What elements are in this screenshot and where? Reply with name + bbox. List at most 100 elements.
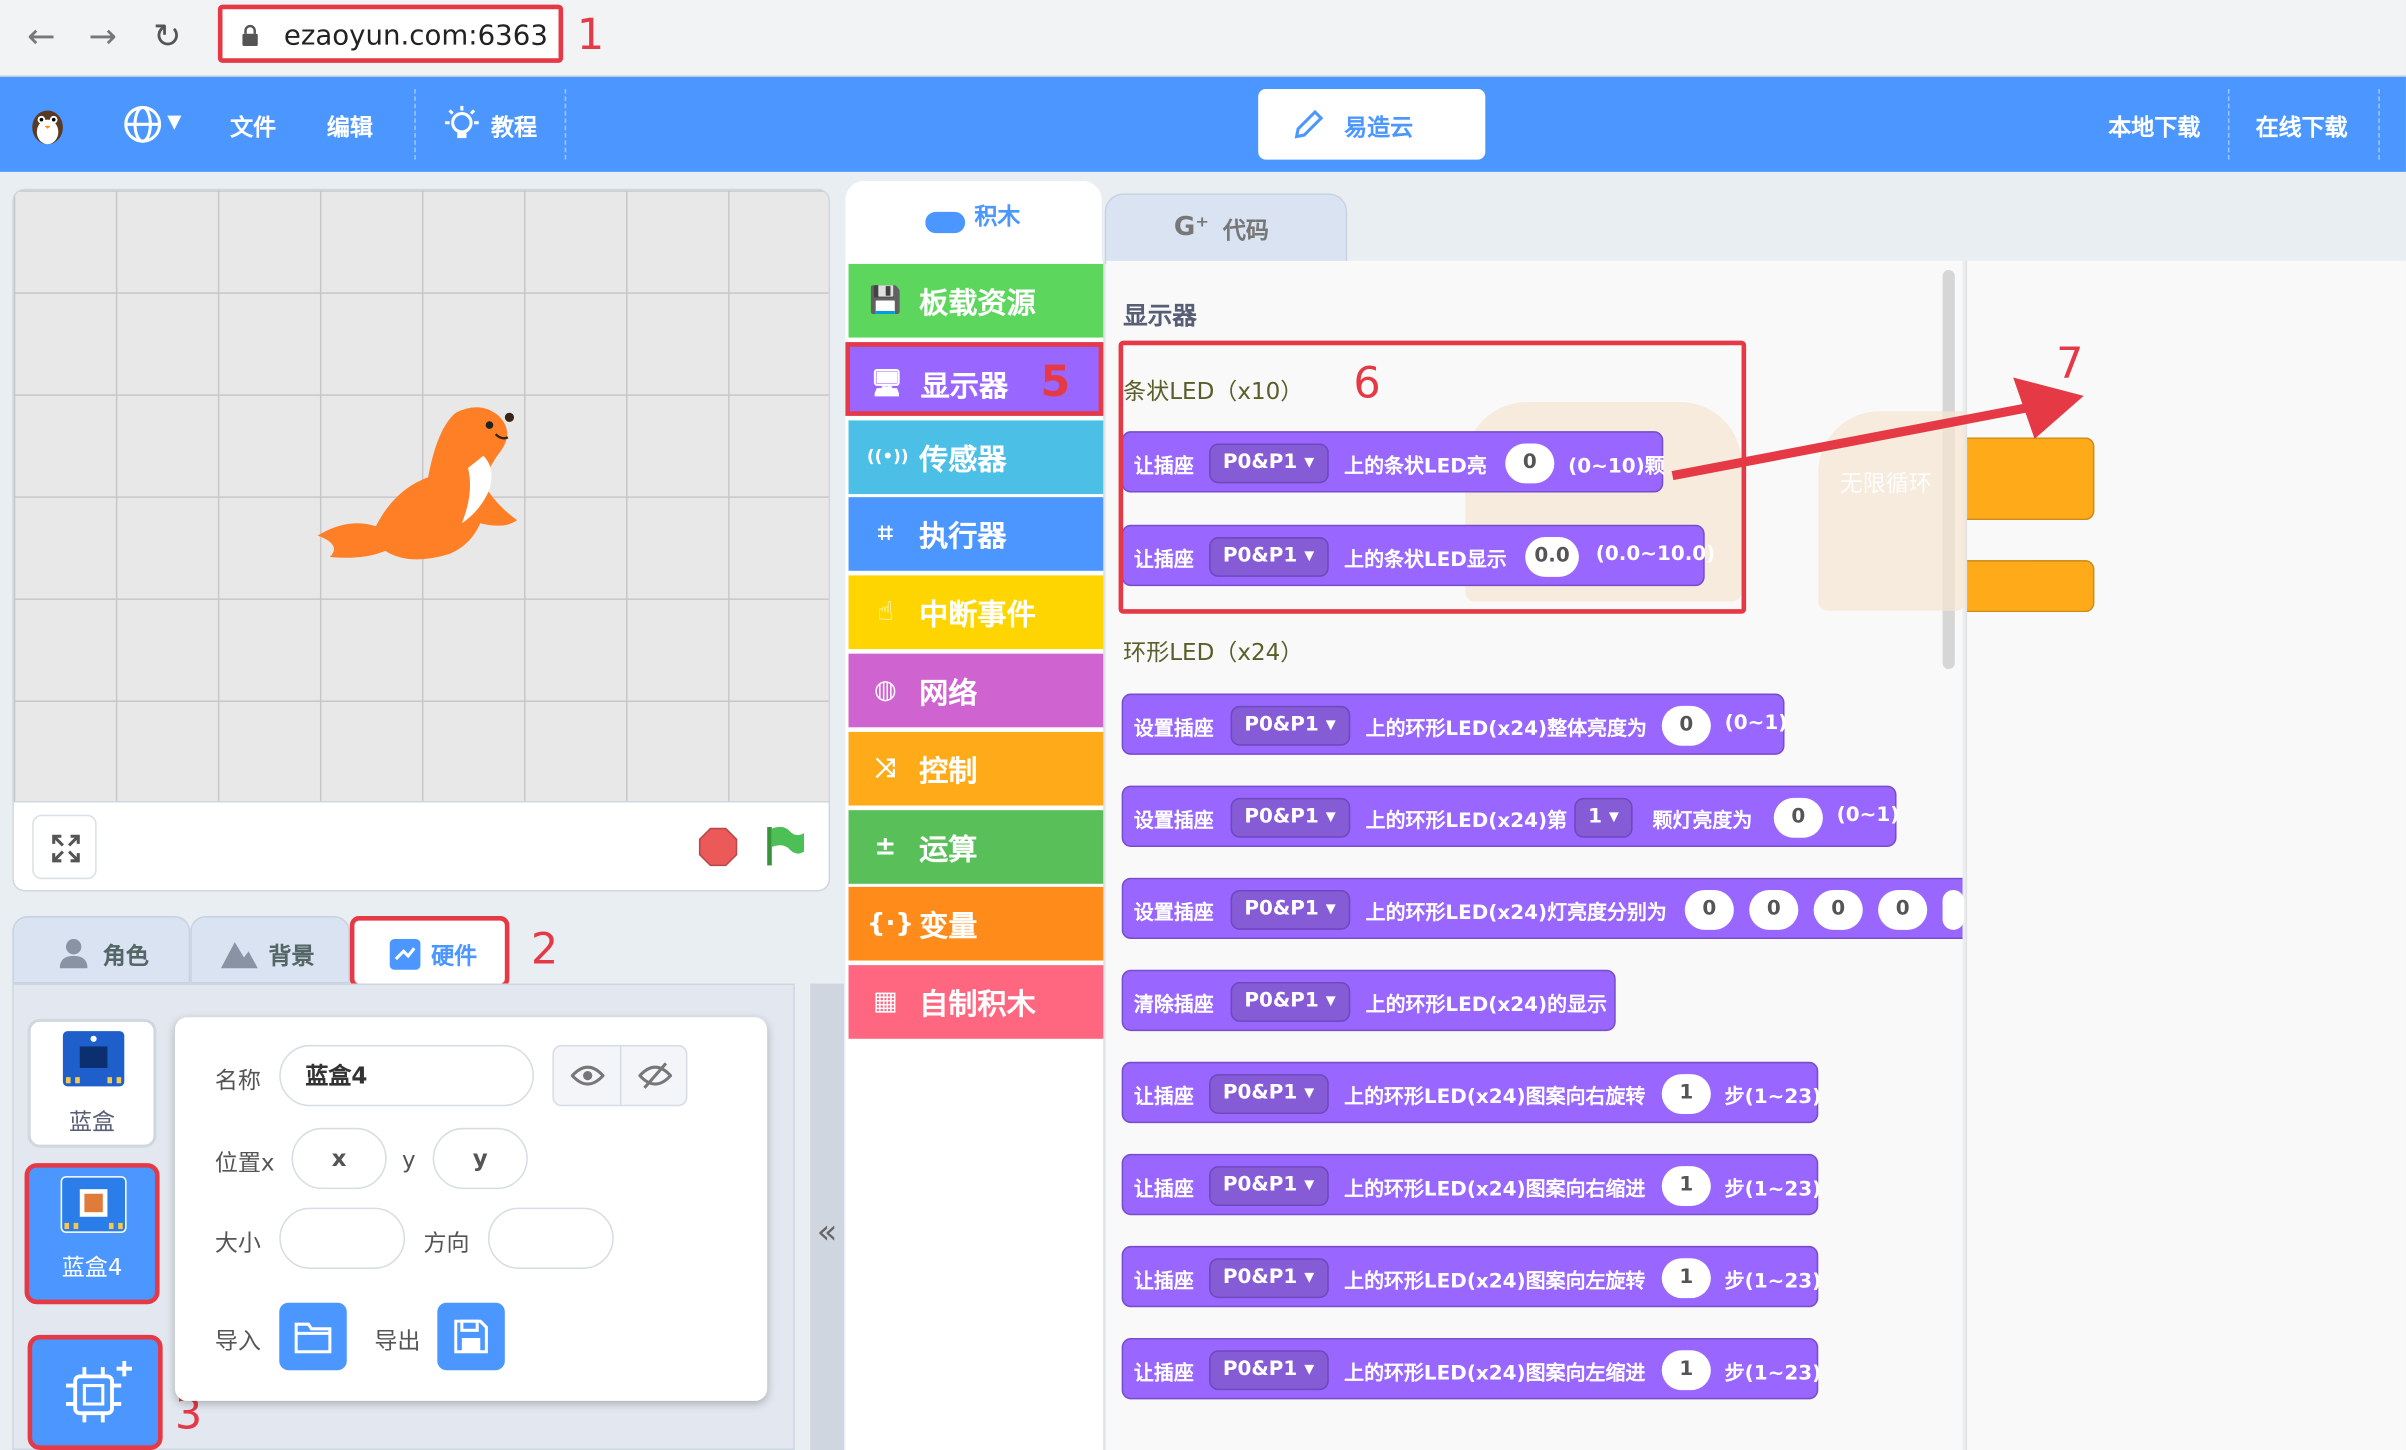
block-text: 让插座 xyxy=(1133,1086,1194,1110)
number-input[interactable]: 1 xyxy=(1661,1074,1711,1114)
category-item[interactable]: ± 运算 xyxy=(848,809,1104,884)
number-input[interactable]: 0 xyxy=(1661,705,1711,746)
port-value: P0&P1 xyxy=(1222,1081,1298,1105)
address-bar[interactable]: ezaoyun.com:6363 xyxy=(217,4,564,63)
block-ring-led-single[interactable]: 设置插座 P0&P1 ▾ 上的环形LED(x24)第 1 ▾ 颗灯亮度为 0 (… xyxy=(1121,785,1899,847)
folder-icon xyxy=(294,1322,332,1354)
lock-icon xyxy=(242,24,258,47)
port-dropdown[interactable]: P0&P1 ▾ xyxy=(1209,1350,1329,1391)
port-value: P0&P1 xyxy=(1244,989,1319,1013)
online-download-button[interactable]: 在线下载 xyxy=(2256,110,2348,142)
block-text: 颗灯亮度为 xyxy=(1652,810,1753,834)
export-button[interactable] xyxy=(437,1302,505,1371)
fullscreen-button[interactable] xyxy=(32,814,97,880)
tab-blocks-label: 积木 xyxy=(974,202,1021,231)
tab-sprite[interactable]: 角色 xyxy=(12,916,191,984)
eye-icon[interactable] xyxy=(570,1062,605,1090)
block-ring-rotate-left[interactable]: 让插座 P0&P1 ▾ 上的环形LED(x24)图案向左旋转 1 步(1~23) xyxy=(1121,1245,1822,1308)
number-input[interactable]: 0 xyxy=(1878,889,1928,930)
category-item[interactable]: ☝ 中断事件 xyxy=(848,575,1104,650)
menu-tutorial[interactable]: 教程 xyxy=(491,110,537,142)
sprite-tile[interactable]: 蓝盒 xyxy=(27,1018,157,1148)
tab-hardware[interactable]: 硬件 xyxy=(349,916,510,989)
menu-file[interactable]: 文件 xyxy=(230,110,276,142)
block-ring-shift-left[interactable]: 让插座 P0&P1 ▾ 上的环形LED(x24)图案向左缩进 1 步(1~23) xyxy=(1121,1337,1821,1400)
divider xyxy=(414,88,416,160)
port-dropdown[interactable]: P0&P1 ▾ xyxy=(1209,1074,1329,1114)
port-dropdown[interactable]: P0&P1 ▾ xyxy=(1230,889,1350,930)
category-item[interactable]: ▦ 自制积木 xyxy=(848,965,1104,1040)
save-icon xyxy=(454,1319,488,1354)
arrow-left-icon[interactable]: ← xyxy=(18,15,64,61)
category-item[interactable]: ⤨ 控制 xyxy=(848,731,1104,806)
category-label: 变量 xyxy=(919,910,978,945)
block-ring-led-brightness[interactable]: 设置插座 P0&P1 ▾ 上的环形LED(x24)整体亮度为 0 (0~1) xyxy=(1121,693,1787,755)
green-flag-icon[interactable] xyxy=(763,824,806,867)
add-hardware-button[interactable] xyxy=(27,1334,163,1450)
blocks-icon: ▦ xyxy=(873,986,898,1018)
category-label: 网络 xyxy=(919,676,978,711)
number-input[interactable]: 0 xyxy=(1813,889,1863,930)
url-text: ezaoyun.com:6363 xyxy=(283,19,548,53)
category-label: 板载资源 xyxy=(919,286,1036,321)
port-dropdown[interactable]: P0&P1 ▾ xyxy=(1230,982,1350,1022)
y-input[interactable]: y xyxy=(432,1127,528,1190)
block-ring-led-clear[interactable]: 清除插座 P0&P1 ▾ 上的环形LED(x24)的显示 xyxy=(1121,969,1616,1032)
sprite-tile-selected[interactable]: 蓝盒4 xyxy=(24,1163,160,1305)
tab-blocks[interactable]: 积木 xyxy=(845,181,1102,264)
name-label: 名称 xyxy=(214,1066,261,1095)
brand-button[interactable]: 易造云 xyxy=(1258,88,1486,160)
port-dropdown[interactable]: P0&P1 ▾ xyxy=(1209,1258,1329,1299)
category-item[interactable]: ◍ 网络 xyxy=(848,653,1104,728)
category-item[interactable]: ⌗ 执行器 xyxy=(848,497,1104,572)
direction-input[interactable] xyxy=(487,1207,614,1269)
x-input[interactable]: x xyxy=(291,1127,387,1190)
block-text: 步(1~23) xyxy=(1724,1270,1822,1294)
led-index-value: 1 xyxy=(1588,805,1602,829)
block-text: 设置插座 xyxy=(1133,810,1214,834)
eye-off-icon[interactable] xyxy=(638,1062,673,1090)
number-input[interactable]: 1 xyxy=(1661,1350,1711,1391)
block-ring-led-multi[interactable]: 设置插座 P0&P1 ▾ 上的环形LED(x24)灯亮度分别为 0 0 0 0 xyxy=(1121,877,1965,940)
globe-icon[interactable] xyxy=(123,104,163,144)
chevron-down-icon[interactable]: ▼ xyxy=(167,110,181,131)
number-input[interactable]: 0 xyxy=(1749,889,1799,930)
tab-code[interactable]: G⁺ 代码 xyxy=(1104,193,1348,264)
number-input[interactable]: 1 xyxy=(1661,1258,1711,1299)
arrow-right-icon[interactable]: → xyxy=(80,15,126,61)
category-label: 运算 xyxy=(919,832,978,867)
category-item[interactable]: 🖥 显示器 5 xyxy=(845,341,1104,416)
tab-backdrop[interactable]: 背景 xyxy=(190,916,350,984)
crop-icon: ⌗ xyxy=(877,519,893,550)
seal-sprite[interactable] xyxy=(302,397,532,569)
import-button[interactable] xyxy=(279,1302,347,1371)
block-ring-rotate-right[interactable]: 让插座 P0&P1 ▾ 上的环形LED(x24)图案向右旋转 1 步(1~23) xyxy=(1121,1061,1821,1124)
y-value: y xyxy=(472,1144,488,1173)
logo-icon[interactable] xyxy=(25,101,71,147)
collapse-panel-button[interactable]: « xyxy=(810,983,844,1450)
port-dropdown[interactable]: P0&P1 ▾ xyxy=(1230,797,1350,838)
category-item[interactable]: 💾 板载资源 xyxy=(848,263,1104,338)
number-input[interactable] xyxy=(1942,889,1965,930)
stage[interactable] xyxy=(12,188,831,803)
stop-icon[interactable] xyxy=(698,827,738,867)
number-input[interactable]: 1 xyxy=(1661,1166,1711,1207)
number-input[interactable]: 0 xyxy=(1684,889,1734,930)
led-index-dropdown[interactable]: 1 ▾ xyxy=(1574,797,1633,838)
name-input[interactable]: 蓝盒4 xyxy=(279,1044,534,1107)
signal-icon: ((•)) xyxy=(866,445,909,466)
port-dropdown[interactable]: P0&P1 ▾ xyxy=(1209,1166,1329,1207)
menu-edit[interactable]: 编辑 xyxy=(327,110,373,142)
size-input[interactable] xyxy=(279,1207,406,1269)
number-input[interactable]: 0 xyxy=(1773,797,1823,838)
port-dropdown[interactable]: P0&P1 ▾ xyxy=(1230,705,1350,746)
block-ring-shift-right[interactable]: 让插座 P0&P1 ▾ 上的环形LED(x24)图案向右缩进 1 步(1~23) xyxy=(1121,1153,1821,1216)
reload-icon[interactable]: ↻ xyxy=(144,15,190,61)
workspace-block[interactable] xyxy=(1967,560,2095,613)
double-chevron-left-icon: « xyxy=(816,1213,838,1253)
category-item[interactable]: ((•)) 传感器 xyxy=(848,419,1104,494)
menu-bar: ▼ 文件 编辑 教程 易造云 本地下载 在线下载 xyxy=(0,76,2406,172)
block-text: 上的环形LED(x24)图案向左缩进 xyxy=(1344,1362,1646,1386)
local-download-button[interactable]: 本地下载 xyxy=(2108,110,2200,142)
category-item[interactable]: {·} 变量 xyxy=(848,887,1104,962)
